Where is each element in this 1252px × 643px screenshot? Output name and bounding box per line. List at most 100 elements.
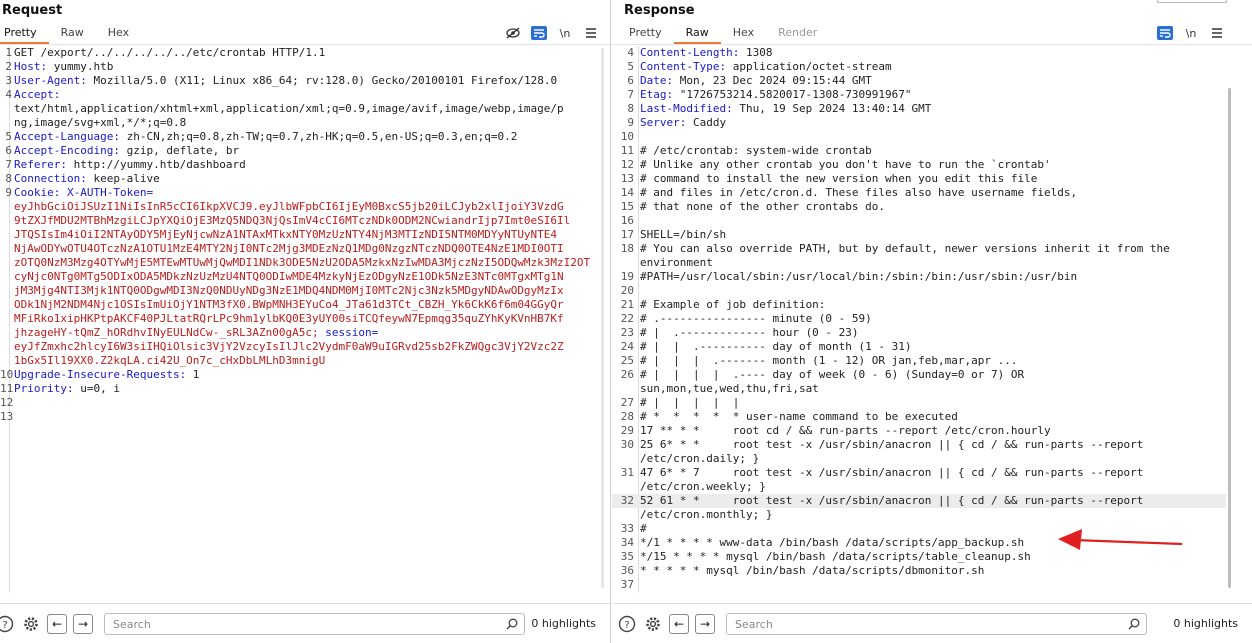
header-name: Connection: [14,172,87,185]
menu-icon[interactable] [578,24,604,42]
search-placeholder: Search [735,617,773,631]
line-text: # Example of job definition: [640,298,826,311]
code-line: 21 # Example of job definition: [612,298,1226,312]
newline-icon[interactable]: \n [552,24,578,42]
code-line: 4 Accept: [0,88,600,102]
code-line: 36 * * * * * mysql /bin/bash /data/script… [612,564,1226,578]
code-line: 14 # and files in /etc/cron.d. These file… [612,186,1226,200]
tab-render[interactable]: Render [766,24,829,44]
line-text: 1308 [739,46,773,59]
settings-gear-icon[interactable] [642,613,664,635]
code-line: 11 # /etc/crontab: system-wide crontab [612,144,1226,158]
wrap-lines-icon[interactable] [1152,24,1178,42]
line-text: # | | | | .---- day of week (0 - 6) (Sun… [640,368,1025,381]
code-line: sun,mon,tue,wed,thu,fri,sat [612,382,1226,396]
line-number: 17 [620,228,634,241]
line-text: */15 * * * * mysql /bin/bash /data/scrip… [640,550,1031,563]
code-line: 6 Accept-Encoding: gzip, deflate, br [0,144,600,158]
line-number: 7 [627,88,634,101]
line-text: 47 6* * 7 root test -x /usr/sbin/anacron… [640,466,1144,479]
header-name: Priority: [14,382,74,395]
code-line: 2 Host: yummy.htb [0,60,600,74]
code-line: 8 Connection: keep-alive [0,172,600,186]
request-search-input[interactable]: Search [104,612,525,635]
code-line: jhzageHY-tQmZ_hORdhvINyEULNdCw-_sRL3AZn0… [0,326,600,340]
header-name: Accept-Language: [14,130,120,143]
code-line: 17 SHELL=/bin/sh [612,228,1226,242]
line-text: # .---------------- minute (0 - 59) [640,312,872,325]
code-line: 31 47 6* * 7 root test -x /usr/sbin/anacr… [612,466,1226,480]
help-icon[interactable]: ? [616,613,638,635]
code-line: /etc/cron.weekly; } [612,480,1226,494]
response-search-bar: ? ← → Search 0 highlights [612,603,1252,643]
cookie-value: 1bGx5Il19XX0.Z2kqLA.ci42U_On7c_cHxDbLMLh… [14,354,326,367]
menu-icon[interactable] [1204,24,1230,42]
tab-pretty[interactable]: Pretty [0,24,49,44]
tab-hex[interactable]: Hex [96,24,141,44]
code-line: 24 # | | .---------- day of month (1 - 31… [612,340,1226,354]
header-name: Last-Modified: [640,102,733,115]
line-text: 1 [186,368,200,381]
header-name: Referer: [14,158,67,171]
line-number: 4 [5,88,12,101]
hide-icon[interactable] [500,24,526,42]
line-number: 25 [620,354,634,367]
next-arrow-icon[interactable]: → [694,613,716,635]
wrap-lines-icon[interactable] [526,24,552,42]
help-icon[interactable]: ? [0,613,16,635]
settings-gear-icon[interactable] [20,613,42,635]
line-text: Mozilla/5.0 (X11; Linux x86_64; rv:128.0… [86,74,558,87]
cookie-value: eyJfZmxhc2hlcyI6W3siIHQiOlsic3VjY2VzcyIs… [14,340,564,353]
previous-arrow-icon[interactable]: ← [46,613,68,635]
red-arrow-annotation [1058,529,1183,550]
code-line: 26 # | | | | .---- day of week (0 - 6) (S… [612,368,1226,382]
code-line: 32 52 61 * * root test -x /usr/sbin/anacr… [612,494,1226,508]
header-name: Upgrade-Insecure-Requests: [14,368,187,381]
code-line: 19 #PATH=/usr/local/sbin:/usr/local/bin:/… [612,270,1226,284]
line-number: 29 [620,424,634,437]
code-line: /etc/cron.daily; } [612,452,1226,466]
code-line: 9tZXJfMDU2MTBhMzgiLCJpYXQiOjE3MzQ5NDQ3Nj… [0,214,600,228]
search-icon [1128,618,1140,630]
line-text: yummy.htb [47,60,114,73]
code-line: 3 User-Agent: Mozilla/5.0 (X11; Linux x86… [0,74,600,88]
code-line: JTQSIsIm4iOiI2NTAyODY5MjEyNjcwNzA1NTAxMT… [0,228,600,242]
line-number: 26 [620,368,634,381]
line-number: 33 [620,522,634,535]
tab-raw[interactable]: Raw [673,24,721,44]
response-scrollbar[interactable] [1228,88,1231,588]
line-text: GET /export/../../../../../etc/crontab H… [14,46,326,59]
line-number: 4 [627,46,634,59]
line-text: sun,mon,tue,wed,thu,fri,sat [640,382,819,395]
response-editor[interactable]: 4 Content-Length: 1308 5 Content-Type: appl… [612,46,1226,592]
cookie-value: eyJhbGciOiJSUzI1NiIsInR5cCI6IkpXVCJ9.eyJ… [14,200,564,213]
code-line: 12 # Unlike any other crontab you don't h… [612,158,1226,172]
code-line: 10Upgrade-Insecure-Requests: 1 [0,368,600,382]
line-text: # | .------------- hour (0 - 23) [640,326,859,339]
tab-raw[interactable]: Raw [49,24,96,44]
line-text: # | | | .------- month (1 - 12) OR jan,f… [640,354,1018,367]
cookie-value: cyNjc0NTg0MTg5ODIxODA5MDkzNzUzMzU4NTQ0OD… [14,270,564,283]
next-arrow-icon[interactable]: → [72,613,94,635]
tab-pretty[interactable]: Pretty [617,24,674,44]
header-name: Date: [640,74,674,87]
line-text: keep-alive [86,172,160,185]
code-line: 15 # that none of the other crontabs do. [612,200,1226,214]
line-text: application/octet-stream [726,60,892,73]
line-number: 13 [0,410,14,423]
response-search-input[interactable]: Search [726,612,1147,635]
previous-arrow-icon[interactable]: ← [668,613,690,635]
line-number: 8 [5,172,12,185]
cookie-value: jhzageHY-tQmZ_hORdhvINyEULNdCw-_sRL3AZn0… [14,326,319,339]
cookie-name: session= [318,326,379,339]
line-text: Mon, 23 Dec 2024 09:15:44 GMT [673,74,872,87]
layout-toggle[interactable] [1157,0,1227,3]
response-pane: Response Pretty Raw Hex Render \n 4 Conte… [612,0,1252,643]
request-editor[interactable]: 1 GET /export/../../../../../etc/crontab … [0,46,600,424]
header-name: Server: [640,116,687,129]
line-number: 27 [620,396,634,409]
newline-icon[interactable]: \n [1178,24,1204,42]
tab-hex[interactable]: Hex [721,24,766,44]
code-line: 23 # | .------------- hour (0 - 23) [612,326,1226,340]
code-line: NjAwODYwOTU4OTczNzA1OTU1MzE4MTY2NjI0NTc2… [0,242,600,256]
